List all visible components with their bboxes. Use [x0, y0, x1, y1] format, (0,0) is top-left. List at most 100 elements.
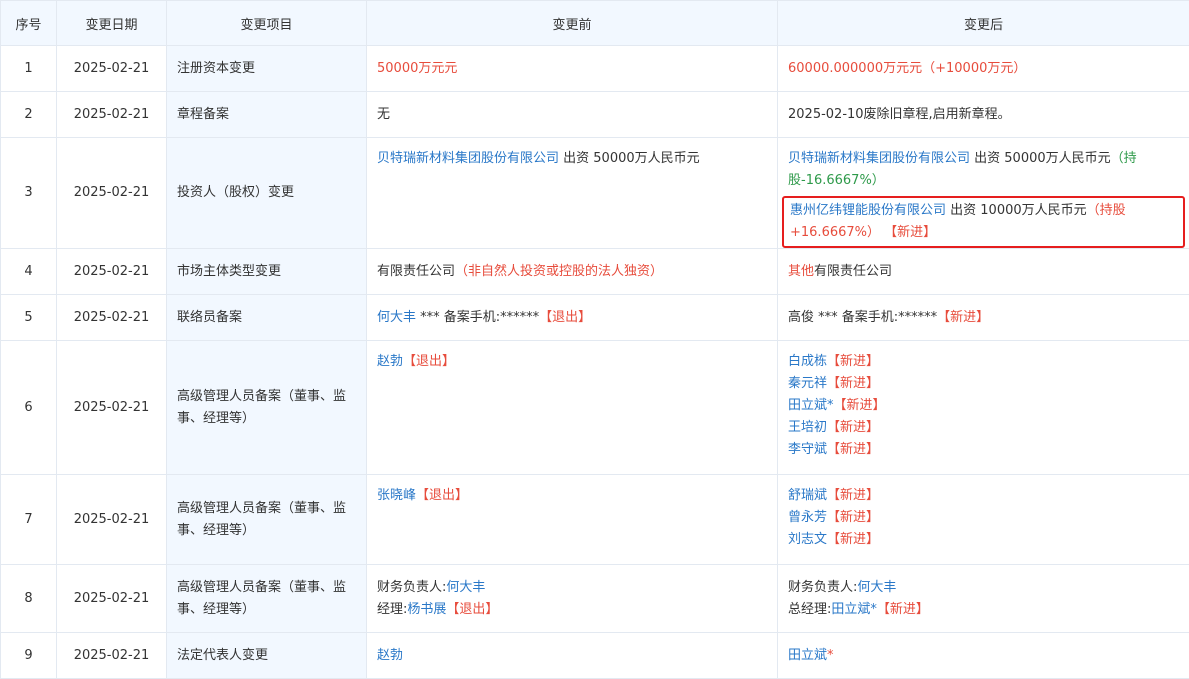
- cell-seq: 4: [1, 249, 57, 295]
- cell-before: 无: [367, 92, 778, 138]
- cell-seq: 5: [1, 295, 57, 341]
- person-link[interactable]: 舒瑞斌: [788, 488, 827, 503]
- person-link[interactable]: 赵勃: [377, 354, 403, 369]
- header-item: 变更项目: [167, 1, 367, 46]
- role-label: 总经理:: [788, 602, 831, 617]
- person-link[interactable]: 秦元祥: [788, 376, 827, 391]
- cell-item: 高级管理人员备案（董事、监事、经理等）: [167, 475, 367, 565]
- cell-item: 高级管理人员备案（董事、监事、经理等）: [167, 565, 367, 633]
- cell-seq: 3: [1, 138, 57, 249]
- entity-type: 有限责任公司: [814, 264, 892, 279]
- entity-type-changed: 其他: [788, 264, 814, 279]
- star-mark: *: [827, 648, 834, 663]
- cell-date: 2025-02-21: [57, 92, 167, 138]
- header-after: 变更后: [778, 1, 1189, 46]
- table-row: 9 2025-02-21 法定代表人变更 赵勃 田立斌*: [1, 633, 1189, 679]
- investment-text: 出资 10000万人民币元: [946, 203, 1087, 218]
- registered-capital-after: 60000.000000万元元（+10000万元）: [788, 61, 1026, 76]
- person-link[interactable]: 田立斌*: [831, 602, 877, 617]
- investment-text: 出资 50000万人民币元: [559, 151, 700, 166]
- role-label: 经理:: [377, 602, 407, 617]
- person-link[interactable]: 何大丰: [377, 310, 416, 325]
- role-label: 财务负责人:: [377, 580, 446, 595]
- cell-date: 2025-02-21: [57, 295, 167, 341]
- table-row: 7 2025-02-21 高级管理人员备案（董事、监事、经理等） 张晓峰【退出】…: [1, 475, 1189, 565]
- person-link[interactable]: 白成栋: [788, 354, 827, 369]
- exit-tag: 【退出】: [446, 602, 498, 617]
- person-link[interactable]: 曾永芳: [788, 510, 827, 525]
- cell-after: 舒瑞斌【新进】 曾永芳【新进】 刘志文 【新进】: [778, 475, 1189, 565]
- cell-before: 赵勃【退出】: [367, 341, 778, 475]
- list-item: 秦元祥【新进】: [788, 373, 1179, 395]
- cell-item: 注册资本变更: [167, 46, 367, 92]
- cell-item: 法定代表人变更: [167, 633, 367, 679]
- cell-item: 投资人（股权）变更: [167, 138, 367, 249]
- header-seq: 序号: [1, 1, 57, 46]
- cell-date: 2025-02-21: [57, 633, 167, 679]
- cell-item: 联络员备案: [167, 295, 367, 341]
- cell-before: 赵勃: [367, 633, 778, 679]
- investor-entry: 贝特瑞新材料集团股份有限公司 出资 50000万人民币元（持股-16.6667%…: [788, 148, 1179, 192]
- exit-tag: 【退出】: [416, 488, 468, 503]
- cell-seq: 8: [1, 565, 57, 633]
- investment-text: 出资 50000万人民币元: [970, 151, 1111, 166]
- list-item: 财务负责人:何大丰: [377, 577, 767, 599]
- new-entry-tag: 【新进】: [827, 420, 879, 435]
- person-link[interactable]: 张晓峰: [377, 488, 416, 503]
- table-row: 2 2025-02-21 章程备案 无 2025-02-10废除旧章程,启用新章…: [1, 92, 1189, 138]
- person-link[interactable]: 田立斌: [788, 648, 827, 663]
- exit-tag: 【退出】: [403, 354, 455, 369]
- role-label: 财务负责人:: [788, 580, 857, 595]
- list-item: 田立斌*【新进】: [788, 395, 1179, 417]
- company-link-betterui[interactable]: 贝特瑞新材料集团股份有限公司: [377, 151, 559, 166]
- cell-date: 2025-02-21: [57, 475, 167, 565]
- list-item: 曾永芳【新进】: [788, 507, 1179, 529]
- list-item: 舒瑞斌【新进】: [788, 485, 1179, 507]
- cell-date: 2025-02-21: [57, 249, 167, 295]
- person-link[interactable]: 杨书展: [407, 602, 446, 617]
- person-link[interactable]: 何大丰: [446, 580, 485, 595]
- list-item: 财务负责人:何大丰: [788, 577, 1179, 599]
- cell-after: 贝特瑞新材料集团股份有限公司 出资 50000万人民币元（持股-16.6667%…: [778, 138, 1189, 249]
- list-item: 总经理:田立斌*【新进】: [788, 599, 1179, 621]
- new-entry-tag: 【新进】: [827, 488, 879, 503]
- list-item: 白成栋【新进】: [788, 351, 1179, 373]
- new-entry-tag: 【新进】: [937, 310, 989, 325]
- person-link[interactable]: 赵勃: [377, 648, 403, 663]
- table-row: 3 2025-02-21 投资人（股权）变更 贝特瑞新材料集团股份有限公司 出资…: [1, 138, 1189, 249]
- cell-after: 其他有限责任公司: [778, 249, 1189, 295]
- cell-seq: 2: [1, 92, 57, 138]
- entity-type-note: （非自然人投资或控股的法人独资）: [455, 264, 663, 279]
- cell-date: 2025-02-21: [57, 138, 167, 249]
- list-item: 经理:杨书展【退出】: [377, 599, 767, 621]
- entity-type: 有限责任公司: [377, 264, 455, 279]
- header-date: 变更日期: [57, 1, 167, 46]
- cell-before: 张晓峰【退出】: [367, 475, 778, 565]
- cell-after: 高俊 *** 备案手机:******【新进】: [778, 295, 1189, 341]
- cell-seq: 1: [1, 46, 57, 92]
- table-row: 5 2025-02-21 联络员备案 何大丰 *** 备案手机:******【退…: [1, 295, 1189, 341]
- person-link[interactable]: 刘志文: [788, 532, 827, 547]
- cell-date: 2025-02-21: [57, 565, 167, 633]
- new-entry-tag: 【新进】: [827, 442, 879, 457]
- cell-seq: 6: [1, 341, 57, 475]
- new-entry-tag: 【新进】: [834, 398, 886, 413]
- person-link[interactable]: 田立斌*: [788, 398, 834, 413]
- cell-seq: 9: [1, 633, 57, 679]
- person-link[interactable]: 何大丰: [857, 580, 896, 595]
- cell-item: 章程备案: [167, 92, 367, 138]
- person-link[interactable]: 李守斌: [788, 442, 827, 457]
- header-before: 变更前: [367, 1, 778, 46]
- registered-capital-before: 50000万元元: [377, 61, 457, 76]
- company-link-betterui[interactable]: 贝特瑞新材料集团股份有限公司: [788, 151, 970, 166]
- cell-after: 2025-02-10废除旧章程,启用新章程。: [778, 92, 1189, 138]
- new-entry-tag: 【新进】: [827, 376, 879, 391]
- cell-before: 何大丰 *** 备案手机:******【退出】: [367, 295, 778, 341]
- cell-before: 有限责任公司（非自然人投资或控股的法人独资）: [367, 249, 778, 295]
- liaison-phone: *** 备案手机:******: [416, 310, 539, 325]
- company-link-eve-energy[interactable]: 惠州亿纬锂能股份有限公司: [790, 203, 946, 218]
- cell-after: 白成栋【新进】 秦元祥【新进】 田立斌*【新进】 王培初【新进】 李守斌【新进】: [778, 341, 1189, 475]
- person-link[interactable]: 王培初: [788, 420, 827, 435]
- list-item: 王培初【新进】: [788, 417, 1179, 439]
- table-row: 4 2025-02-21 市场主体类型变更 有限责任公司（非自然人投资或控股的法…: [1, 249, 1189, 295]
